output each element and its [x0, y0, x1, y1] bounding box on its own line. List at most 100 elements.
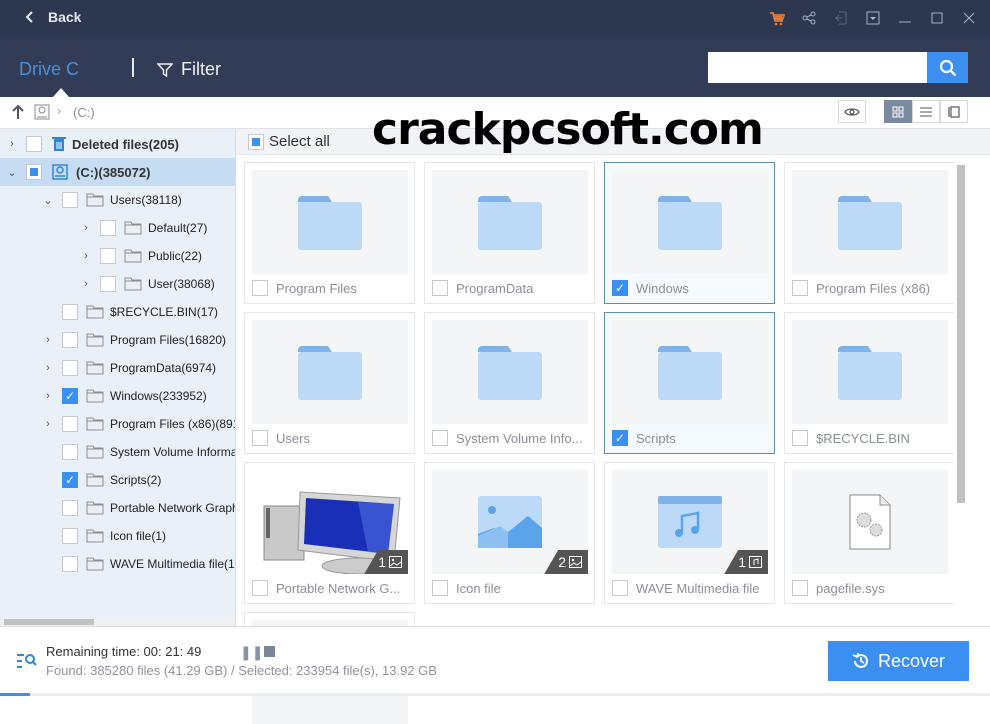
back-button[interactable]: Back: [26, 9, 81, 25]
tree-item[interactable]: ⌄ Users(38118): [42, 186, 182, 214]
checkbox[interactable]: [100, 276, 116, 292]
file-card[interactable]: 2 Icon file: [424, 462, 595, 604]
login-icon[interactable]: [832, 8, 850, 28]
recover-button[interactable]: Recover: [828, 641, 969, 681]
checkbox[interactable]: [62, 556, 78, 572]
share-icon[interactable]: [800, 8, 818, 28]
checkbox[interactable]: [26, 136, 42, 152]
tree-item[interactable]: › Program Files (x86)(8918: [42, 410, 235, 438]
minimize-icon[interactable]: [896, 8, 914, 28]
checkbox[interactable]: [792, 580, 808, 596]
detail-view-button[interactable]: [940, 100, 968, 123]
preview-toggle-button[interactable]: [838, 100, 866, 123]
checkbox[interactable]: [62, 528, 78, 544]
checkbox[interactable]: [432, 580, 448, 596]
select-all-checkbox[interactable]: [248, 133, 264, 150]
file-card[interactable]: Windows: [604, 162, 775, 304]
checkbox[interactable]: [26, 164, 42, 180]
checkbox[interactable]: [100, 220, 116, 236]
grid-view-button[interactable]: [884, 100, 912, 123]
scrollbar-thumb[interactable]: [4, 619, 94, 625]
file-card[interactable]: Users: [244, 312, 415, 454]
tree-item[interactable]: › Default(27): [80, 214, 207, 242]
list-view-button[interactable]: [912, 100, 940, 123]
chevron-down-icon[interactable]: ⌄: [42, 194, 54, 207]
tab-drive[interactable]: Drive C: [19, 59, 79, 80]
file-card[interactable]: 1 Portable Network G...: [244, 462, 415, 604]
checkbox[interactable]: [62, 472, 78, 488]
tree-item[interactable]: › User(38068): [80, 270, 215, 298]
checkbox[interactable]: [62, 388, 78, 404]
select-all-label[interactable]: Select all: [269, 133, 330, 150]
chevron-right-icon[interactable]: ›: [80, 222, 92, 234]
checkbox[interactable]: [252, 280, 268, 296]
file-card[interactable]: 1 WAVE Multimedia file: [604, 462, 775, 604]
search-button[interactable]: [927, 52, 968, 83]
breadcrumb-current[interactable]: (C:): [73, 105, 95, 120]
file-card[interactable]: $RECYCLE.BIN: [784, 312, 955, 454]
tree-item[interactable]: Scripts(2): [42, 466, 161, 494]
file-card[interactable]: Program Files: [244, 162, 415, 304]
chevron-right-icon[interactable]: ›: [80, 250, 92, 262]
tree-item[interactable]: $RECYCLE.BIN(17): [42, 298, 218, 326]
tree-item[interactable]: Portable Network Graph: [42, 494, 235, 522]
checkbox[interactable]: [62, 416, 78, 432]
chevron-right-icon[interactable]: ›: [42, 418, 54, 430]
chevron-right-icon[interactable]: ›: [80, 278, 92, 290]
file-card[interactable]: Scripts: [604, 312, 775, 454]
folder-icon: [86, 529, 104, 543]
checkbox[interactable]: [62, 500, 78, 516]
checkbox[interactable]: [62, 192, 78, 208]
search-input[interactable]: [708, 52, 927, 83]
file-card[interactable]: ProgramData: [424, 162, 595, 304]
file-card[interactable]: Program Files (x86): [784, 162, 955, 304]
tree-item-deleted-files[interactable]: › Deleted files(205): [6, 130, 179, 158]
horizontal-scrollbar[interactable]: [0, 618, 235, 626]
tree-item[interactable]: Icon file(1): [42, 522, 166, 550]
checkbox[interactable]: [252, 580, 268, 596]
tree-item[interactable]: › ProgramData(6974): [42, 354, 216, 382]
checkbox[interactable]: [100, 248, 116, 264]
chevron-right-icon[interactable]: ›: [6, 138, 18, 150]
checkbox[interactable]: [612, 280, 628, 296]
chevron-right-icon[interactable]: ›: [42, 390, 54, 402]
checkbox[interactable]: [792, 430, 808, 446]
tree-item[interactable]: › Public(22): [80, 242, 202, 270]
image-icon: [569, 556, 582, 568]
checkbox[interactable]: [612, 580, 628, 596]
scrollbar-thumb[interactable]: [957, 165, 965, 503]
up-arrow-icon[interactable]: [11, 104, 25, 124]
checkbox[interactable]: [62, 360, 78, 376]
dropdown-menu-icon[interactable]: [864, 8, 882, 28]
tree-item-drive-c[interactable]: ⌄ (C:)(385072): [0, 158, 235, 186]
checkbox[interactable]: [62, 304, 78, 320]
divider: [132, 58, 134, 77]
tree-item[interactable]: › Program Files(16820): [42, 326, 226, 354]
chevron-down-icon[interactable]: ⌄: [6, 166, 18, 179]
close-icon[interactable]: [960, 8, 978, 28]
checkbox[interactable]: [792, 280, 808, 296]
tree-item[interactable]: › Windows(233952): [42, 382, 207, 410]
checkbox[interactable]: [252, 430, 268, 446]
cart-icon[interactable]: [768, 8, 786, 28]
chevron-right-icon[interactable]: ›: [42, 362, 54, 374]
chevron-right-icon[interactable]: ›: [42, 334, 54, 346]
checkbox[interactable]: [432, 280, 448, 296]
tree-item[interactable]: System Volume Informat: [42, 438, 235, 466]
maximize-icon[interactable]: [928, 8, 946, 28]
pause-button[interactable]: ❚❚: [240, 644, 263, 661]
drive-icon[interactable]: [34, 104, 50, 125]
checkbox[interactable]: [432, 430, 448, 446]
file-card[interactable]: System Volume Info...: [424, 312, 595, 454]
checkbox[interactable]: [62, 444, 78, 460]
folder-icon: [86, 305, 104, 319]
stop-button[interactable]: [264, 646, 275, 657]
card-label-row: pagefile.sys: [792, 580, 885, 596]
checkbox[interactable]: [612, 430, 628, 446]
vertical-scrollbar[interactable]: [954, 155, 968, 626]
tree-item[interactable]: WAVE Multimedia file(1): [42, 550, 235, 578]
filter-button[interactable]: Filter: [157, 59, 221, 80]
file-card[interactable]: pagefile.sys: [784, 462, 955, 604]
checkbox[interactable]: [62, 332, 78, 348]
thumbnail: [792, 170, 948, 274]
